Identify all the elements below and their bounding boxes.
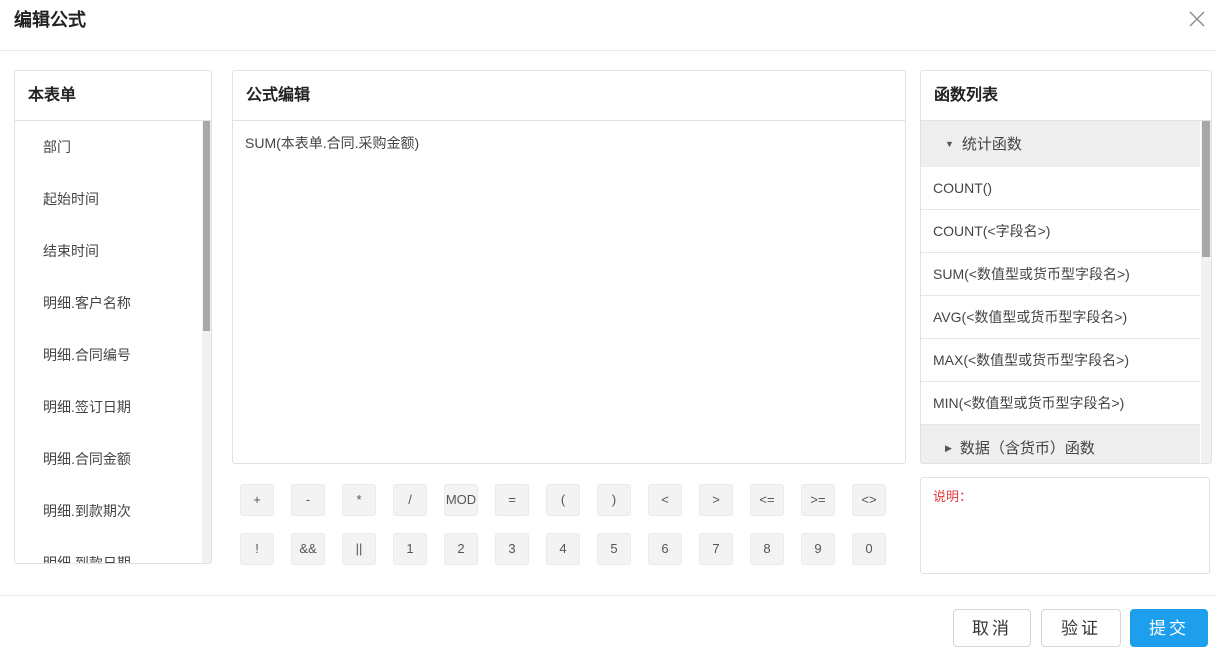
key-and[interactable]: &&	[291, 533, 325, 565]
function-group-statistics[interactable]: ▼ 统计函数	[921, 121, 1200, 167]
description-box: 说明：	[920, 477, 1210, 574]
key-plus[interactable]: +	[240, 484, 274, 516]
key-equals[interactable]: =	[495, 484, 529, 516]
key-not-equal[interactable]: <>	[852, 484, 886, 516]
key-6[interactable]: 6	[648, 533, 682, 565]
key-greater-equal[interactable]: >=	[801, 484, 835, 516]
field-item[interactable]: 明细.合同编号	[15, 329, 201, 381]
key-or[interactable]: ||	[342, 533, 376, 565]
field-list-scrollbar[interactable]	[202, 121, 211, 563]
field-item[interactable]: 明细.到款日期	[15, 537, 201, 563]
key-5[interactable]: 5	[597, 533, 631, 565]
key-minus[interactable]: -	[291, 484, 325, 516]
cancel-button[interactable]: 取消	[953, 609, 1031, 647]
key-1[interactable]: 1	[393, 533, 427, 565]
key-0[interactable]: 0	[852, 533, 886, 565]
key-divide[interactable]: /	[393, 484, 427, 516]
key-mod[interactable]: MOD	[444, 484, 478, 516]
key-less-equal[interactable]: <=	[750, 484, 784, 516]
key-4[interactable]: 4	[546, 533, 580, 565]
key-open-paren[interactable]: (	[546, 484, 580, 516]
function-list-title: 函数列表	[921, 71, 1211, 121]
submit-button[interactable]: 提交	[1130, 609, 1208, 647]
close-icon[interactable]	[1187, 8, 1207, 30]
form-fields-panel: 本表单 部门 起始时间 结束时间 明细.客户名称 明细.合同编号 明细.签订日期…	[14, 70, 212, 564]
key-9[interactable]: 9	[801, 533, 835, 565]
form-fields-title: 本表单	[15, 71, 211, 121]
function-list: ▼ 统计函数 COUNT() COUNT(<字段名>) SUM(<数值型或货币型字…	[921, 121, 1200, 463]
field-item[interactable]: 部门	[15, 121, 201, 173]
triangle-down-icon: ▼	[945, 139, 954, 149]
formula-editor-panel: 公式编辑 SUM(本表单.合同.采购金额)	[232, 70, 906, 464]
function-list-panel: 函数列表 ▼ 统计函数 COUNT() COUNT(<字段名>) SUM(<数值型…	[920, 70, 1212, 464]
field-item[interactable]: 起始时间	[15, 173, 201, 225]
function-group-label: 数据（含货币）函数	[959, 440, 1095, 457]
function-item[interactable]: COUNT()	[921, 167, 1200, 210]
dialog-title: 编辑公式	[14, 10, 86, 30]
description-label: 说明：	[933, 489, 973, 504]
field-item[interactable]: 明细.合同金额	[15, 433, 201, 485]
function-item[interactable]: MIN(<数值型或货币型字段名>)	[921, 382, 1200, 425]
formula-editor-title: 公式编辑	[233, 71, 905, 121]
scrollbar-thumb[interactable]	[203, 121, 210, 331]
key-multiply[interactable]: *	[342, 484, 376, 516]
field-item[interactable]: 明细.客户名称	[15, 277, 201, 329]
key-close-paren[interactable]: )	[597, 484, 631, 516]
form-field-list: 部门 起始时间 结束时间 明细.客户名称 明细.合同编号 明细.签订日期 明细.…	[15, 121, 201, 563]
key-greater-than[interactable]: >	[699, 484, 733, 516]
field-item[interactable]: 结束时间	[15, 225, 201, 277]
dialog-header: 编辑公式	[0, 0, 1217, 51]
function-item[interactable]: AVG(<数值型或货币型字段名>)	[921, 296, 1200, 339]
function-group-data[interactable]: ▶ 数据（含货币）函数	[921, 425, 1200, 463]
key-less-than[interactable]: <	[648, 484, 682, 516]
key-8[interactable]: 8	[750, 533, 784, 565]
field-item[interactable]: 明细.签订日期	[15, 381, 201, 433]
function-item[interactable]: COUNT(<字段名>)	[921, 210, 1200, 253]
function-item[interactable]: MAX(<数值型或货币型字段名>)	[921, 339, 1200, 382]
key-not[interactable]: !	[240, 533, 274, 565]
formula-input[interactable]: SUM(本表单.合同.采购金额)	[233, 121, 905, 463]
scrollbar-thumb[interactable]	[1202, 121, 1210, 257]
field-item[interactable]: 明细.到款期次	[15, 485, 201, 537]
key-7[interactable]: 7	[699, 533, 733, 565]
function-group-label: 统计函数	[961, 136, 1022, 153]
triangle-right-icon: ▶	[945, 443, 952, 453]
function-item[interactable]: SUM(<数值型或货币型字段名>)	[921, 253, 1200, 296]
dialog-footer: 取消 验证 提交	[0, 595, 1217, 654]
key-3[interactable]: 3	[495, 533, 529, 565]
verify-button[interactable]: 验证	[1041, 609, 1121, 647]
function-list-scrollbar[interactable]	[1201, 121, 1211, 463]
key-2[interactable]: 2	[444, 533, 478, 565]
